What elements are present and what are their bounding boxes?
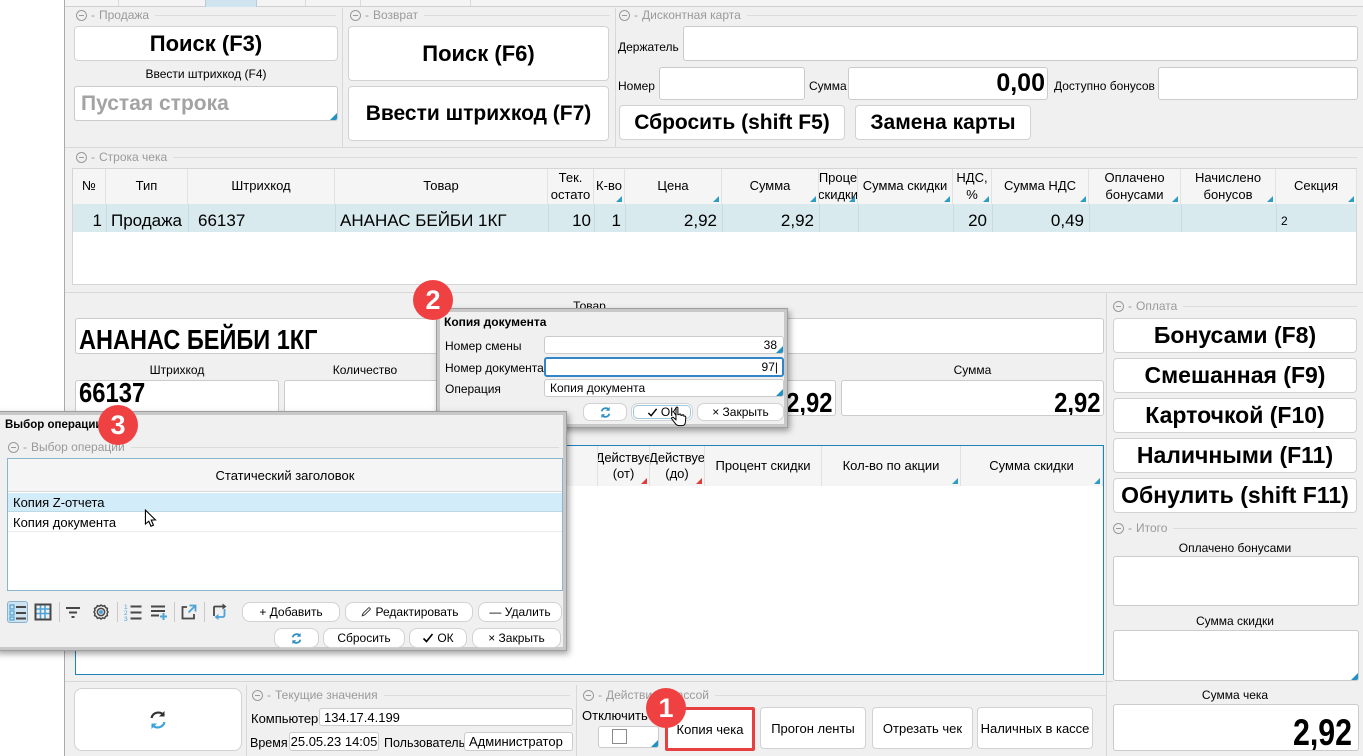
svg-text:3: 3 [124, 616, 128, 621]
